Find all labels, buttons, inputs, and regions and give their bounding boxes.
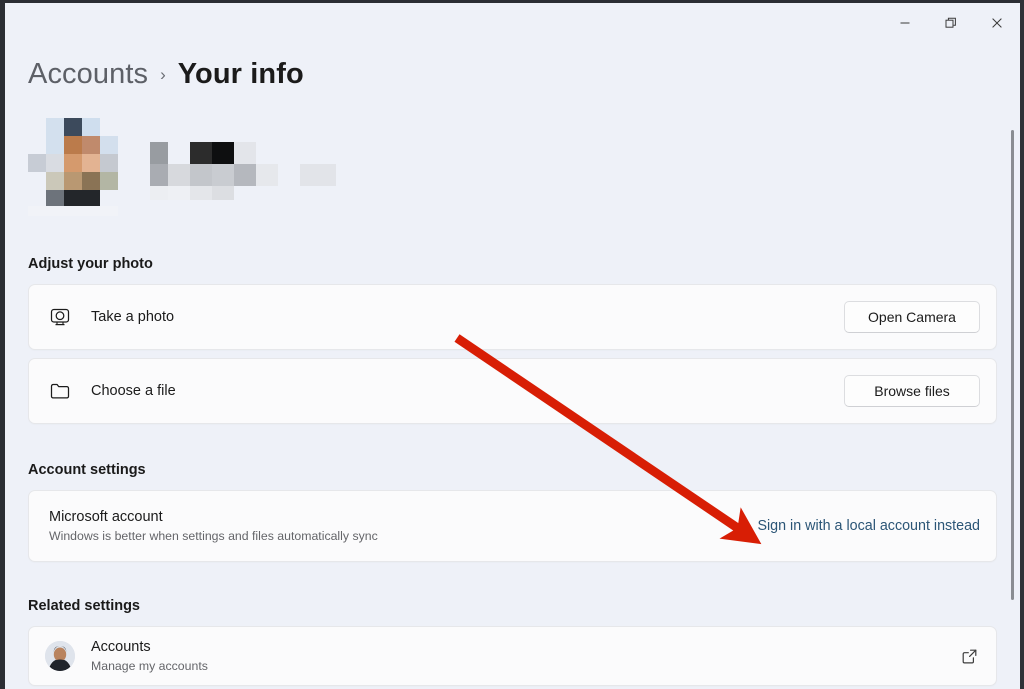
minimize-icon <box>900 22 910 24</box>
close-icon <box>992 18 1002 28</box>
title-bar <box>5 3 1020 43</box>
restore-icon <box>945 17 956 28</box>
window-edge-right <box>1020 0 1024 689</box>
take-a-photo-label: Take a photo <box>91 309 175 325</box>
microsoft-account-subtitle: Windows is better when settings and file… <box>49 528 378 543</box>
avatar <box>29 641 91 671</box>
breadcrumb-separator-icon: › <box>160 65 166 84</box>
settings-window: Accounts › Your info Adjust your photo T… <box>0 0 1024 689</box>
scrollbar-thumb[interactable] <box>1011 130 1014 600</box>
related-accounts-subtitle: Manage my accounts <box>91 658 208 673</box>
section-heading-related-settings: Related settings <box>28 598 140 614</box>
related-accounts-row[interactable]: Accounts Manage my accounts <box>28 626 997 686</box>
camera-icon <box>29 306 91 328</box>
microsoft-account-title: Microsoft account <box>49 508 163 525</box>
breadcrumb-root-link[interactable]: Accounts <box>28 58 148 91</box>
external-link-icon[interactable] <box>961 648 978 665</box>
browse-files-button[interactable]: Browse files <box>844 375 980 407</box>
choose-a-file-row[interactable]: Choose a file Browse files <box>28 358 997 424</box>
window-edge-left <box>0 0 5 689</box>
folder-icon <box>29 380 91 402</box>
section-heading-adjust-photo: Adjust your photo <box>28 256 153 272</box>
sign-in-with-local-account-link[interactable]: Sign in with a local account instead <box>757 518 980 534</box>
take-a-photo-row[interactable]: Take a photo Open Camera <box>28 284 997 350</box>
profile-block <box>28 118 388 230</box>
window-edge-top <box>0 0 1024 3</box>
restore-button[interactable] <box>928 3 974 43</box>
minimize-button[interactable] <box>882 3 928 43</box>
breadcrumb: Accounts › Your info <box>28 58 304 91</box>
close-button[interactable] <box>974 3 1020 43</box>
choose-a-file-label: Choose a file <box>91 383 176 399</box>
related-accounts-text: Accounts Manage my accounts <box>91 637 961 676</box>
settings-content: Adjust your photo Take a photo Open Came… <box>5 104 1020 689</box>
section-heading-account-settings: Account settings <box>28 462 146 478</box>
page-title: Your info <box>177 58 304 90</box>
related-accounts-title: Accounts <box>91 638 151 655</box>
open-camera-button[interactable]: Open Camera <box>844 301 980 333</box>
vertical-scrollbar[interactable] <box>1007 104 1019 689</box>
microsoft-account-row: Microsoft account Windows is better when… <box>28 490 997 562</box>
microsoft-account-text: Microsoft account Windows is better when… <box>49 507 757 546</box>
